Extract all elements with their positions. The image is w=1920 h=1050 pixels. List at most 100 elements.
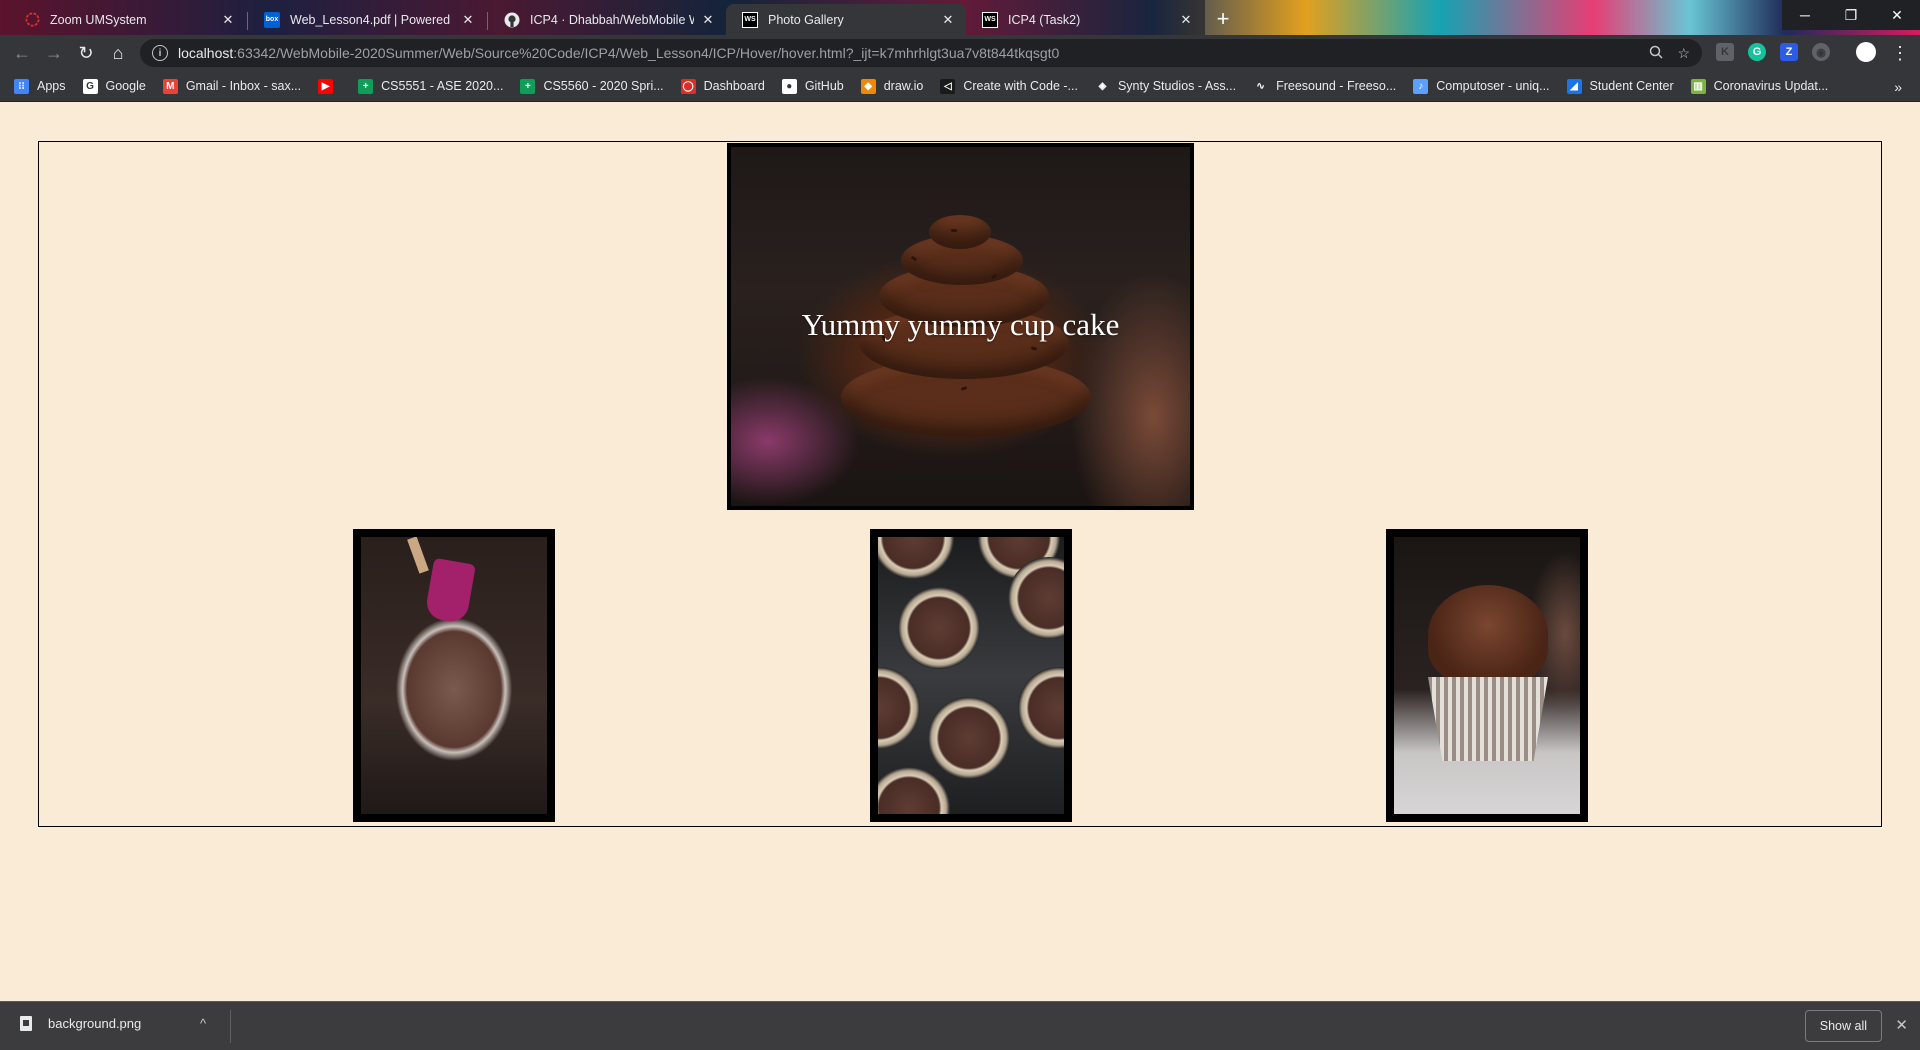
bookmarks-bar: ⁝⁝ Apps G Google M Gmail - Inbox - sax... ▶ + CS…	[0, 71, 1920, 102]
webstorm-icon: WS	[982, 11, 998, 28]
omnibox-actions: ☆	[1649, 45, 1690, 62]
bookmarks-overflow-button[interactable]: »	[1894, 79, 1902, 95]
bookmark-label: Dashboard	[703, 79, 765, 93]
bookmark-item[interactable]: ⁝⁝ Apps	[14, 78, 66, 94]
webstorm-icon: WS	[742, 11, 758, 28]
bookmark-icon: ◈	[1094, 78, 1110, 94]
hero-caption: Yummy yummy cup cake	[801, 307, 1120, 342]
bookmark-item[interactable]: ◢ Student Center	[1566, 78, 1674, 94]
browser-menu-button[interactable]: ⋮	[1886, 39, 1914, 67]
tab-title: ICP4 · Dhabbah/WebMobile Wiki	[530, 12, 694, 27]
bookmark-icon: G	[82, 78, 98, 94]
bookmark-label: CS5560 - 2020 Spri...	[543, 79, 664, 93]
bookmark-icon: ▶	[318, 78, 334, 94]
show-all-button[interactable]: Show all	[1804, 1010, 1882, 1042]
bookmark-icon: ◁	[940, 78, 956, 94]
tab-close-icon[interactable]: ✕	[220, 12, 236, 28]
reload-button[interactable]: ↻	[72, 39, 100, 67]
bookmark-icon: ◢	[1566, 78, 1582, 94]
info-icon[interactable]: i	[152, 45, 168, 61]
tab-strip: Zoom UMSystem ✕ box Web_Lesson4.pdf | Po…	[0, 0, 1920, 35]
zoom-icon	[24, 12, 40, 28]
tab-close-icon[interactable]: ✕	[700, 12, 716, 28]
download-item[interactable]: background.png	[20, 1016, 141, 1031]
bookmark-label: Coronavirus Updat...	[1713, 79, 1829, 93]
bookmark-item[interactable]: ♪ Computoser - uniq...	[1413, 78, 1550, 94]
forward-button[interactable]: →	[40, 39, 68, 67]
bookmark-label: Gmail - Inbox - sax...	[185, 79, 302, 93]
muffin-cup	[878, 537, 954, 579]
bookmark-item[interactable]: G Google	[82, 78, 146, 94]
page-content: Yummy yummy cup cake	[0, 102, 1920, 1001]
restore-button[interactable]: ❐	[1828, 0, 1874, 30]
bookmark-icon: ●	[781, 78, 797, 94]
bookmark-item[interactable]: ◈ Synty Studios - Ass...	[1094, 78, 1237, 94]
tab-photo-gallery[interactable]: WS Photo Gallery ✕	[726, 4, 966, 35]
tab-title: ICP4 (Task2)	[1008, 12, 1081, 27]
download-filename: background.png	[48, 1016, 142, 1031]
bookmark-item[interactable]: ● GitHub	[781, 78, 844, 94]
tab-web-lesson4-pdf[interactable]: box Web_Lesson4.pdf | Powered by B ✕	[248, 4, 486, 35]
muffin-cup	[878, 667, 920, 749]
magnifier-icon[interactable]	[1649, 45, 1663, 62]
bookmark-label: Apps	[37, 79, 66, 93]
bookmark-star-icon[interactable]: ☆	[1677, 45, 1690, 62]
zotero-icon[interactable]: Z	[1780, 43, 1798, 61]
bookmark-item[interactable]: ◁ Create with Code -...	[940, 78, 1078, 94]
grammarly-icon[interactable]: G	[1748, 43, 1766, 61]
bookmark-icon: M	[162, 78, 178, 94]
download-bar: background.png ^ Show all ✕	[0, 1001, 1920, 1050]
close-window-button[interactable]: ✕	[1874, 0, 1920, 30]
new-tab-button[interactable]: +	[1209, 6, 1237, 34]
tab-close-icon[interactable]: ✕	[1178, 12, 1194, 28]
muffin-cup	[878, 767, 950, 814]
bookmark-label: GitHub	[804, 79, 844, 93]
download-separator	[230, 1010, 231, 1043]
bookmark-label: Synty Studios - Ass...	[1117, 79, 1237, 93]
muffin-cup	[1018, 667, 1064, 749]
frosting-layer	[929, 215, 991, 249]
profile-avatar[interactable]	[1856, 42, 1876, 62]
thumbnail-batter-bowl[interactable]	[353, 529, 555, 822]
bookmark-icon: +	[520, 78, 536, 94]
bookmark-icon: ◆	[860, 78, 876, 94]
tab-close-icon[interactable]: ✕	[460, 12, 476, 28]
bookmark-icon: ♪	[1413, 78, 1429, 94]
hero-cupcake-image[interactable]: Yummy yummy cup cake	[727, 143, 1194, 510]
close-download-bar-icon[interactable]: ✕	[1895, 1016, 1908, 1034]
bookmark-item[interactable]: + CS5560 - 2020 Spri...	[520, 78, 664, 94]
tab-zoom[interactable]: Zoom UMSystem ✕	[8, 4, 246, 35]
sprinkle	[951, 229, 957, 232]
bookmark-item[interactable]: M Gmail - Inbox - sax...	[162, 78, 302, 94]
thumbnail-muffin-tin[interactable]	[870, 529, 1072, 822]
bookmark-item[interactable]: ◆ draw.io	[860, 78, 924, 94]
home-button[interactable]: ⌂	[104, 39, 132, 67]
tab-close-icon[interactable]: ✕	[940, 12, 956, 28]
bookmark-item[interactable]: ◯ Dashboard	[680, 78, 765, 94]
bookmark-item[interactable]: ∿ Freesound - Freeso...	[1253, 78, 1396, 94]
tab-title: Zoom UMSystem	[50, 12, 147, 27]
tab-icp4-task2[interactable]: WS ICP4 (Task2) ✕	[966, 4, 1204, 35]
bookmark-item[interactable]: ▥ Coronavirus Updat...	[1690, 78, 1829, 94]
back-button[interactable]: ←	[8, 39, 36, 67]
muffin-cup	[898, 587, 980, 669]
bookmark-icon: ▥	[1690, 78, 1706, 94]
minimize-button[interactable]: ─	[1782, 0, 1828, 30]
extension-k-icon[interactable]: K	[1716, 43, 1734, 61]
chevron-up-icon[interactable]: ^	[200, 1016, 206, 1031]
browser-toolbar: ← → ↻ ⌂ i localhost:63342/WebMobile-2020…	[0, 35, 1920, 71]
bookmark-label: draw.io	[883, 79, 924, 93]
bookmark-item[interactable]: + CS5551 - ASE 2020...	[358, 78, 503, 94]
photo-gallery: Yummy yummy cup cake	[38, 141, 1882, 827]
bookmark-label: Create with Code -...	[963, 79, 1078, 93]
tab-title: Web_Lesson4.pdf | Powered by B	[290, 12, 454, 27]
thumbnail-cupcake[interactable]	[1386, 529, 1588, 822]
tab-github-wiki[interactable]: ICP4 · Dhabbah/WebMobile Wiki ✕	[488, 4, 726, 35]
address-bar[interactable]: i localhost:63342/WebMobile-2020Summer/W…	[140, 39, 1702, 67]
cupcake-liner	[1428, 677, 1548, 761]
bookmark-item[interactable]: ▶	[318, 78, 341, 94]
bookmark-icon: ⁝⁝	[14, 78, 29, 94]
box-icon: box	[264, 11, 280, 28]
privacy-extension-icon[interactable]: ◉	[1812, 43, 1830, 61]
url-path: :63342/WebMobile-2020Summer/Web/Source%2…	[233, 45, 1060, 61]
